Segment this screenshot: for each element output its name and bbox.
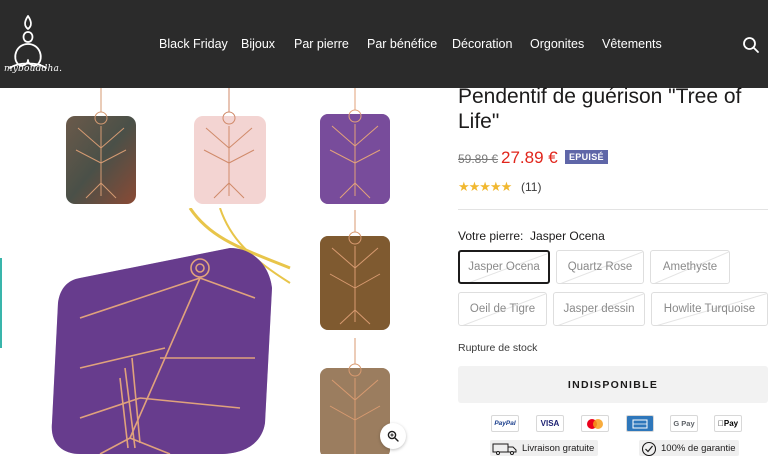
product-title-line-2: Life" xyxy=(458,110,500,133)
mastercard-icon xyxy=(581,415,609,432)
guarantee-text: 100% de garantie xyxy=(661,442,736,454)
swatch-amethyste[interactable]: Amethyste xyxy=(650,250,730,284)
sale-price: 27.89 € xyxy=(501,148,558,167)
check-circle-icon xyxy=(641,441,657,456)
thumbnail-jasper-ocena[interactable] xyxy=(58,88,144,208)
apple-pay-icon: Pay xyxy=(714,415,742,432)
paypal-icon-label: PayPal xyxy=(494,420,516,427)
search-icon[interactable] xyxy=(742,36,760,54)
swatch-label: Oeil de Tigre xyxy=(469,303,536,315)
logo-text[interactable]: mybouddha. xyxy=(4,64,62,74)
swatch-jasper-ocena[interactable]: Jasper Ocena xyxy=(458,250,550,284)
zoom-button[interactable] xyxy=(380,423,406,449)
swatch-label: Howlite Turquoise xyxy=(663,303,756,315)
google-pay-icon: G Pay xyxy=(670,415,698,432)
product-title-line-1: Pendentif de guérison "Tree of xyxy=(458,85,742,108)
divider xyxy=(458,209,768,210)
american-express-icon xyxy=(626,415,654,432)
thumbnail-quartz-rose[interactable] xyxy=(186,88,272,208)
unavailable-button[interactable]: INDISPONIBLE xyxy=(458,366,768,403)
nav-orgonites[interactable]: Orgonites xyxy=(530,37,584,51)
swatch-jasper-dessin[interactable]: Jasper dessin xyxy=(553,292,645,326)
apple-pay-icon-label: Pay xyxy=(720,419,738,428)
amex-grid-icon xyxy=(632,419,648,428)
nav-vetements[interactable]: Vêtements xyxy=(602,37,662,51)
nav-bijoux[interactable]: Bijoux xyxy=(241,37,275,51)
rating-stars-icon[interactable]: ★★★★★ xyxy=(458,179,512,195)
site-header: mybouddha. Black Friday Bijoux Par pierr… xyxy=(0,0,768,88)
stone-selected-value: Jasper Ocena xyxy=(530,229,605,243)
swatch-label: Quartz Rose xyxy=(567,261,633,273)
swatch-label: Amethyste xyxy=(662,261,718,273)
thumbnail-oeil-de-tigre[interactable] xyxy=(312,210,398,334)
thumbnail-amethyste[interactable] xyxy=(312,88,398,208)
zoom-icon xyxy=(387,430,399,442)
gallery-accent-bar xyxy=(0,258,2,348)
visa-icon: VISA xyxy=(536,415,564,432)
nav-par-pierre[interactable]: Par pierre xyxy=(294,37,349,51)
stone-selector-label: Votre pierre: Jasper Ocena xyxy=(458,229,605,243)
nav-decoration[interactable]: Décoration xyxy=(452,37,512,51)
free-delivery-text: Livraison gratuite xyxy=(522,442,595,454)
sold-out-badge: EPUISÉ xyxy=(565,150,608,164)
product-gallery xyxy=(0,88,440,454)
paypal-icon: PayPal xyxy=(491,415,519,432)
swatch-quartz-rose[interactable]: Quartz Rose xyxy=(556,250,644,284)
product-title: Pendentif de guérison "Tree of Life" xyxy=(458,84,768,134)
visa-icon-label: VISA xyxy=(540,419,560,428)
main-product-image[interactable] xyxy=(40,208,300,454)
swatch-oeil-de-tigre[interactable]: Oeil de Tigre xyxy=(458,292,547,326)
swatch-label: Jasper Ocena xyxy=(468,261,540,273)
stock-status: Rupture de stock xyxy=(458,342,538,354)
swatch-label: Jasper dessin xyxy=(563,303,635,315)
swatch-howlite-turquoise[interactable]: Howlite Turquoise xyxy=(651,292,768,326)
stone-label-text: Votre pierre: xyxy=(458,229,524,243)
delivery-truck-icon xyxy=(492,443,517,455)
nav-par-benefice[interactable]: Par bénéfice xyxy=(367,37,437,51)
rating-count[interactable]: (11) xyxy=(521,180,541,194)
old-price: 59.89 € xyxy=(458,152,499,166)
mastercard-circles-icon xyxy=(587,418,603,429)
google-pay-icon-label: G Pay xyxy=(673,419,695,428)
nav-black-friday[interactable]: Black Friday xyxy=(159,37,228,51)
